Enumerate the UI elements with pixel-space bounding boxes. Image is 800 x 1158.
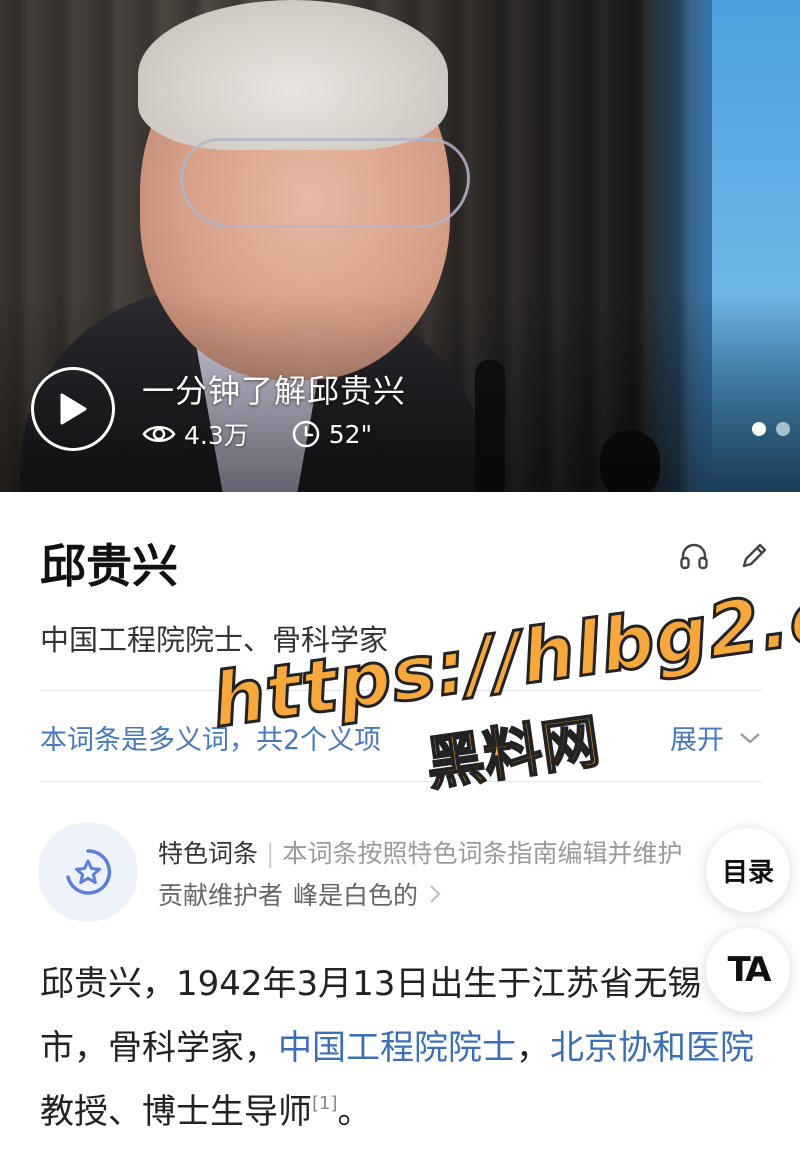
chevron-right-icon bbox=[430, 885, 441, 903]
polysemy-bar[interactable]: 本词条是多义词，共2个义项 展开 bbox=[40, 718, 762, 757]
video-duration: 52" bbox=[328, 419, 373, 449]
chevron-down-icon bbox=[740, 732, 760, 743]
headphones-icon[interactable] bbox=[678, 540, 710, 572]
play-icon bbox=[60, 393, 87, 425]
expand-button[interactable]: 展开 bbox=[670, 718, 762, 757]
clock-icon bbox=[292, 420, 320, 448]
speaker-hair bbox=[138, 0, 448, 150]
divider bbox=[40, 781, 762, 782]
featured-description: 本词条按照特色词条指南编辑并维护 bbox=[282, 839, 683, 868]
ta-button[interactable]: TA bbox=[706, 928, 790, 1012]
summary-end: 。 bbox=[337, 1092, 372, 1132]
entry-title: 邱贵兴 bbox=[40, 539, 178, 593]
featured-star-icon bbox=[66, 849, 112, 895]
carousel-dot-2[interactable] bbox=[776, 422, 790, 436]
featured-badge bbox=[38, 822, 138, 922]
entry-summary: 邱贵兴，1942年3月13日出生于江苏省无锡市，骨科学家，中国工程院院士，北京协… bbox=[40, 952, 765, 1144]
maintainer-link[interactable]: 贡献维护者 峰是白色的 bbox=[158, 876, 442, 912]
polysemy-text[interactable]: 本词条是多义词，共2个义项 bbox=[40, 718, 381, 757]
speaker-glasses bbox=[180, 138, 470, 228]
entry-actions bbox=[678, 540, 770, 572]
expand-label: 展开 bbox=[670, 725, 724, 756]
edit-pencil-icon[interactable] bbox=[738, 540, 770, 572]
entry-subtitle: 中国工程院院士、骨科学家 bbox=[40, 623, 389, 657]
table-of-contents-button[interactable]: 目录 bbox=[706, 828, 790, 912]
summary-separator: ， bbox=[516, 1028, 550, 1068]
maintainer-name: 峰是白色的 bbox=[293, 881, 419, 910]
video-player[interactable]: 一分钟了解邱贵兴 4.3万 52" bbox=[0, 0, 800, 492]
link-pumch-hospital[interactable]: 北京协和医院 bbox=[550, 1028, 754, 1068]
summary-text-2: 教授、博士生导师 bbox=[40, 1092, 312, 1132]
featured-label: 特色词条 bbox=[158, 839, 259, 868]
play-button[interactable] bbox=[31, 367, 115, 451]
view-count: 4.3万 bbox=[184, 421, 249, 450]
carousel-dot-1[interactable] bbox=[752, 422, 766, 436]
link-academician[interactable]: 中国工程院院士 bbox=[278, 1028, 516, 1068]
maintainer-prefix: 贡献维护者 bbox=[158, 881, 284, 910]
video-title[interactable]: 一分钟了解邱贵兴 bbox=[142, 366, 406, 412]
reference-1[interactable]: [1] bbox=[312, 1093, 338, 1114]
featured-info: 特色词条 | 本词条按照特色词条指南编辑并维护 bbox=[158, 839, 683, 868]
eye-icon bbox=[142, 426, 176, 442]
video-meta: 4.3万 52" bbox=[142, 416, 372, 452]
carousel-dots bbox=[752, 422, 790, 436]
divider bbox=[40, 690, 762, 691]
